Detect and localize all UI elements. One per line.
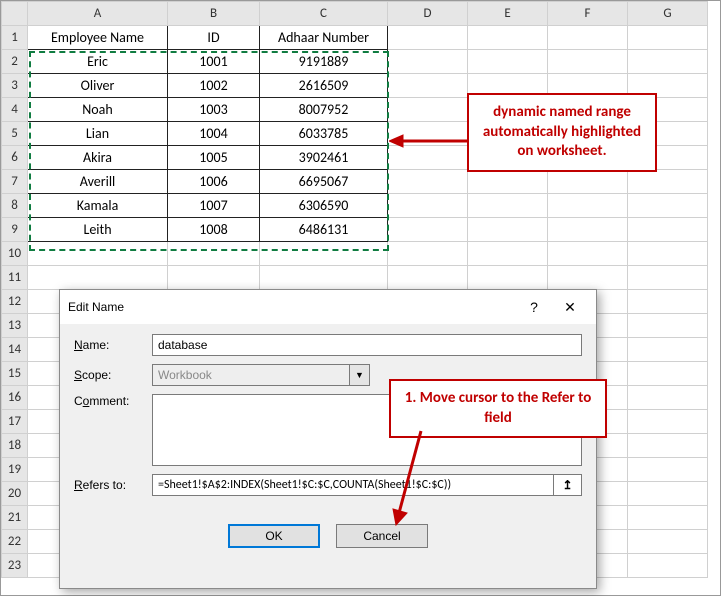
- col-header-A[interactable]: A: [28, 2, 168, 26]
- col-header-E[interactable]: E: [468, 2, 548, 26]
- cell-B4[interactable]: 1003: [168, 98, 260, 122]
- row-header-2[interactable]: 2: [2, 50, 28, 74]
- cell-E1[interactable]: [468, 26, 548, 50]
- cell-A8[interactable]: Kamala: [28, 194, 168, 218]
- cell-A2[interactable]: Eric: [28, 50, 168, 74]
- cell-C3[interactable]: 2616509: [260, 74, 388, 98]
- row-header-21[interactable]: 21: [2, 506, 28, 530]
- cell-C6[interactable]: 3902461: [260, 146, 388, 170]
- cell-B5[interactable]: 1004: [168, 122, 260, 146]
- comment-label: Comment:: [74, 394, 152, 408]
- row-header-19[interactable]: 19: [2, 458, 28, 482]
- scope-select: [152, 364, 350, 386]
- select-all-corner[interactable]: [2, 2, 28, 26]
- cell-A3[interactable]: Oliver: [28, 74, 168, 98]
- cell-D1[interactable]: [388, 26, 468, 50]
- cell-B8[interactable]: 1007: [168, 194, 260, 218]
- name-label: Name:: [74, 338, 152, 352]
- cell-B3[interactable]: 1002: [168, 74, 260, 98]
- row-header-4[interactable]: 4: [2, 98, 28, 122]
- name-input[interactable]: [152, 334, 582, 356]
- cell-G1[interactable]: [628, 26, 708, 50]
- col-header-F[interactable]: F: [548, 2, 628, 26]
- col-header-B[interactable]: B: [168, 2, 260, 26]
- cell-B2[interactable]: 1001: [168, 50, 260, 74]
- refers-to-input[interactable]: [152, 474, 554, 496]
- cell-B7[interactable]: 1006: [168, 170, 260, 194]
- row-header-6[interactable]: 6: [2, 146, 28, 170]
- cell-A7[interactable]: Averill: [28, 170, 168, 194]
- row-header-13[interactable]: 13: [2, 314, 28, 338]
- cell-C9[interactable]: 6486131: [260, 218, 388, 242]
- row-header-7[interactable]: 7: [2, 170, 28, 194]
- row-header-8[interactable]: 8: [2, 194, 28, 218]
- col-header-D[interactable]: D: [388, 2, 468, 26]
- cell-B9[interactable]: 1008: [168, 218, 260, 242]
- help-button[interactable]: ?: [516, 296, 552, 318]
- collapse-dialog-icon[interactable]: ↥: [554, 474, 582, 496]
- cell-A9[interactable]: Leith: [28, 218, 168, 242]
- cell-C8[interactable]: 6306590: [260, 194, 388, 218]
- cell-A4[interactable]: Noah: [28, 98, 168, 122]
- row-header-20[interactable]: 20: [2, 482, 28, 506]
- row-header-11[interactable]: 11: [2, 266, 28, 290]
- dialog-titlebar[interactable]: Edit Name ? ✕: [60, 290, 596, 324]
- cell-C2[interactable]: 9191889: [260, 50, 388, 74]
- cell-B6[interactable]: 1005: [168, 146, 260, 170]
- col-header-G[interactable]: G: [628, 2, 708, 26]
- cancel-button[interactable]: Cancel: [336, 524, 428, 548]
- callout-move-cursor: 1. Move cursor to the Refer to field: [389, 379, 607, 438]
- cell-A5[interactable]: Lian: [28, 122, 168, 146]
- cell-C1[interactable]: Adhaar Number: [260, 26, 388, 50]
- row-header-23[interactable]: 23: [2, 554, 28, 578]
- row-header-10[interactable]: 10: [2, 242, 28, 266]
- row-header-18[interactable]: 18: [2, 434, 28, 458]
- col-header-C[interactable]: C: [260, 2, 388, 26]
- row-header-22[interactable]: 22: [2, 530, 28, 554]
- cell-A1[interactable]: Employee Name: [28, 26, 168, 50]
- cell-C7[interactable]: 6695067: [260, 170, 388, 194]
- cell-F1[interactable]: [548, 26, 628, 50]
- row-header-9[interactable]: 9: [2, 218, 28, 242]
- close-button[interactable]: ✕: [552, 296, 588, 318]
- chevron-down-icon: ▼: [350, 364, 370, 386]
- row-header-3[interactable]: 3: [2, 74, 28, 98]
- row-header-15[interactable]: 15: [2, 362, 28, 386]
- row-header-12[interactable]: 12: [2, 290, 28, 314]
- cell-B1[interactable]: ID: [168, 26, 260, 50]
- row-header-14[interactable]: 14: [2, 338, 28, 362]
- cell-A6[interactable]: Akira: [28, 146, 168, 170]
- cell-C4[interactable]: 8007952: [260, 98, 388, 122]
- row-header-1[interactable]: 1: [2, 26, 28, 50]
- edit-name-dialog: Edit Name ? ✕ Name: Scope: ▼ Comment: Re…: [59, 289, 597, 589]
- ok-button[interactable]: OK: [228, 524, 320, 548]
- scope-label: Scope:: [74, 368, 152, 382]
- row-header-17[interactable]: 17: [2, 410, 28, 434]
- row-header-5[interactable]: 5: [2, 122, 28, 146]
- row-header-16[interactable]: 16: [2, 386, 28, 410]
- cell-C5[interactable]: 6033785: [260, 122, 388, 146]
- refers-to-label: Refers to:: [74, 478, 152, 492]
- callout-dynamic-range: dynamic named range automatically highli…: [467, 93, 657, 172]
- dialog-title: Edit Name: [68, 300, 516, 314]
